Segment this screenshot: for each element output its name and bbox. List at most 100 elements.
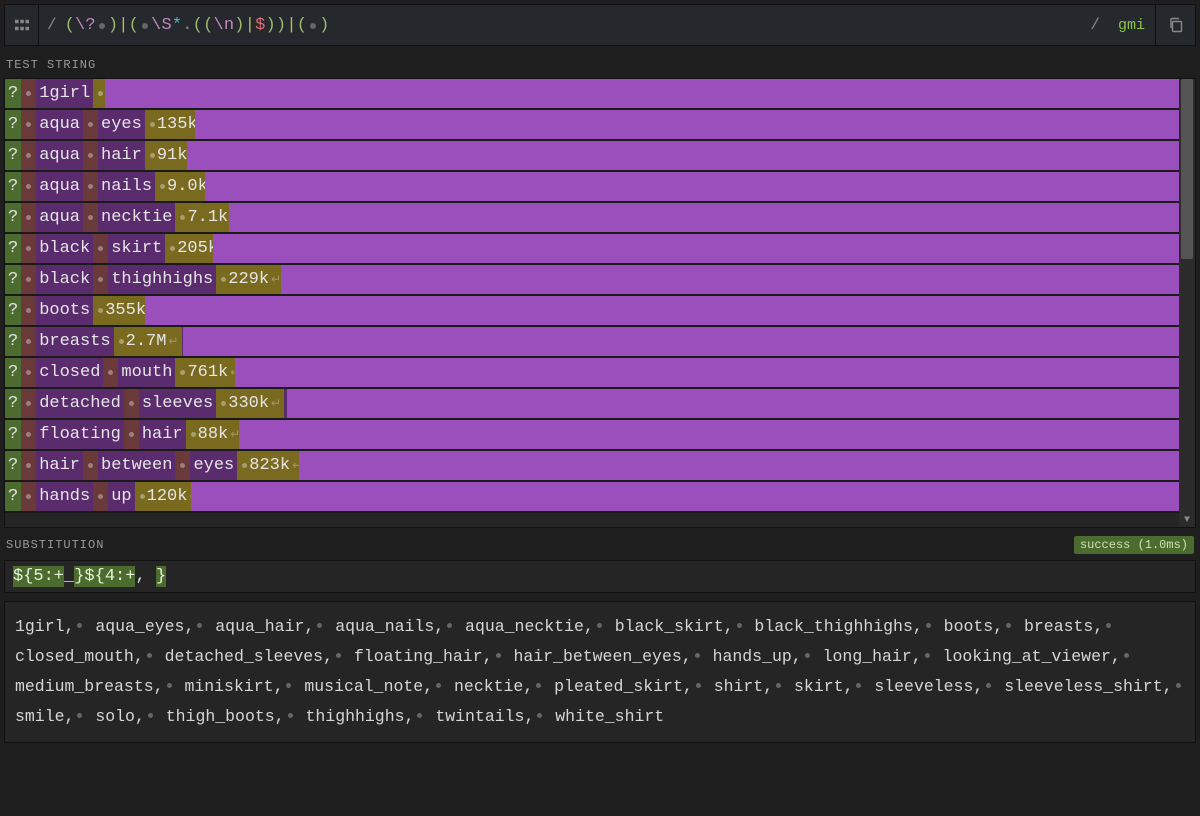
tag-word: hair: [36, 451, 83, 480]
tag-word: hands: [36, 482, 93, 511]
scroll-down-icon[interactable]: ▼: [1179, 515, 1195, 527]
regex-token: |: [118, 16, 128, 35]
result-sep-comma: ,: [913, 617, 923, 636]
result-item: pleated_skirt: [554, 677, 683, 696]
regex-delim-close: /: [1082, 5, 1108, 45]
test-line: ?aquanecktie7.1k↵: [5, 203, 1179, 234]
result-item: detached_sleeves: [165, 647, 323, 666]
match-group-2: 2.7M↵: [114, 327, 182, 356]
result-item: black_skirt: [615, 617, 724, 636]
space-dot-icon: [436, 683, 441, 688]
space-dot-icon: [336, 653, 341, 658]
test-line: ?hairbetweeneyes823k↵: [5, 451, 1179, 482]
result-sep-comma: ,: [993, 617, 1003, 636]
result-sep-comma: ,: [912, 647, 922, 666]
result-sep-comma: ,: [135, 707, 145, 726]
result-sep-comma: ,: [683, 677, 693, 696]
regex-options-button[interactable]: [5, 5, 39, 45]
test-line: ?1girl4.7M↵: [5, 79, 1179, 110]
regex-token: (: [203, 16, 213, 35]
tag-word: floating: [36, 420, 124, 449]
subst-ref: }: [156, 566, 166, 587]
test-string-label: TEST STRING: [6, 58, 96, 72]
test-string-pane[interactable]: ?1girl4.7M↵?aquaeyes135k↵?aquahair91k↵?a…: [4, 78, 1196, 528]
space-match: [21, 141, 36, 170]
regex-token: $: [255, 16, 265, 35]
test-line: ?closedmouth761k↵: [5, 358, 1179, 389]
result-item: boots: [944, 617, 994, 636]
match-group-1: ?: [5, 358, 21, 387]
line-tail-match: [281, 265, 1179, 294]
tag-count: 91k: [157, 146, 188, 165]
test-line: ?blackskirt205k↵: [5, 234, 1179, 265]
line-tail-match: [183, 327, 1179, 356]
space-dot-icon: [317, 623, 322, 628]
match-group-1: ?: [5, 110, 21, 139]
test-line: ?handsup120k↵: [5, 482, 1179, 513]
test-line: ?aquaeyes135k↵: [5, 110, 1179, 141]
status-text: success: [1080, 538, 1130, 552]
space-match: [21, 482, 36, 511]
match-group-2: 88k↵: [186, 420, 244, 449]
subst-ref: }: [74, 566, 84, 587]
result-sep-comma: ,: [405, 707, 415, 726]
tag-word: eyes: [98, 110, 145, 139]
space-dot-icon: [1176, 683, 1181, 688]
result-item: necktie: [454, 677, 523, 696]
regex-token: (: [297, 16, 307, 35]
result-item: solo: [95, 707, 135, 726]
result-sep-comma: ,: [973, 677, 983, 696]
space-dot-icon: [288, 713, 293, 718]
newline-icon: ↵: [166, 334, 178, 349]
result-item: aqua_nails: [335, 617, 434, 636]
tag-word: mouth: [118, 358, 175, 387]
section-header-test-string: TEST STRING: [0, 50, 1200, 78]
tag-word: eyes: [190, 451, 237, 480]
tag-count: 355k: [105, 301, 146, 320]
space-match: [124, 389, 139, 418]
scroll-thumb[interactable]: [1181, 79, 1193, 259]
space-dot-icon: [926, 623, 931, 628]
space-match: [21, 389, 36, 418]
regex-token: (: [129, 16, 139, 35]
space-dot-icon: [695, 653, 700, 658]
match-group-1: ?: [5, 451, 21, 480]
result-sep-comma: ,: [724, 617, 734, 636]
result-item: closed_mouth: [15, 647, 134, 666]
copy-regex-button[interactable]: [1155, 5, 1195, 45]
result-item: twintails: [435, 707, 524, 726]
tag-word: boots: [36, 296, 93, 325]
result-sep-comma: ,: [423, 677, 433, 696]
substitution-input[interactable]: ${5:+_}${4:+, }: [4, 560, 1196, 593]
regex-pattern-input[interactable]: (\?)|(\S*.((\n)|$))|(): [65, 5, 1083, 45]
result-item: black_thighhighs: [754, 617, 912, 636]
regex-bar: / (\?)|(\S*.((\n)|$))|() / gmi: [4, 4, 1196, 46]
tag-count: 120k: [147, 487, 188, 506]
tag-count: 2.7M: [126, 332, 167, 351]
newline-icon: ↵: [269, 396, 281, 411]
substitution-result[interactable]: 1girl, aqua_eyes, aqua_hair, aqua_nails,…: [4, 601, 1196, 743]
tag-word: skirt: [108, 234, 165, 263]
space-dot-icon: [925, 653, 930, 658]
result-sep-comma: ,: [1163, 677, 1173, 696]
space-dot-icon: [147, 653, 152, 658]
line-tail-match: [213, 234, 1179, 263]
test-string-scrollbar[interactable]: ▲ ▼: [1179, 79, 1195, 527]
regex-flags[interactable]: gmi: [1108, 5, 1155, 45]
tag-word: necktie: [98, 203, 175, 232]
result-item: musical_note: [304, 677, 423, 696]
result-item: looking_at_viewer: [943, 647, 1111, 666]
tag-word: black: [36, 265, 93, 294]
match-group-1: ?: [5, 327, 21, 356]
result-sep-comma: ,: [65, 707, 75, 726]
regex-token: ): [266, 16, 276, 35]
result-sep-comma: ,: [275, 707, 285, 726]
result-item: smile: [15, 707, 65, 726]
space-dot-icon: [77, 713, 82, 718]
match-group-1: ?: [5, 265, 21, 294]
line-tail-match: [105, 79, 1179, 108]
line-tail-match: [229, 203, 1179, 232]
space-match: [83, 110, 98, 139]
space-dot-icon: [696, 683, 701, 688]
result-sep-comma: ,: [763, 677, 773, 696]
